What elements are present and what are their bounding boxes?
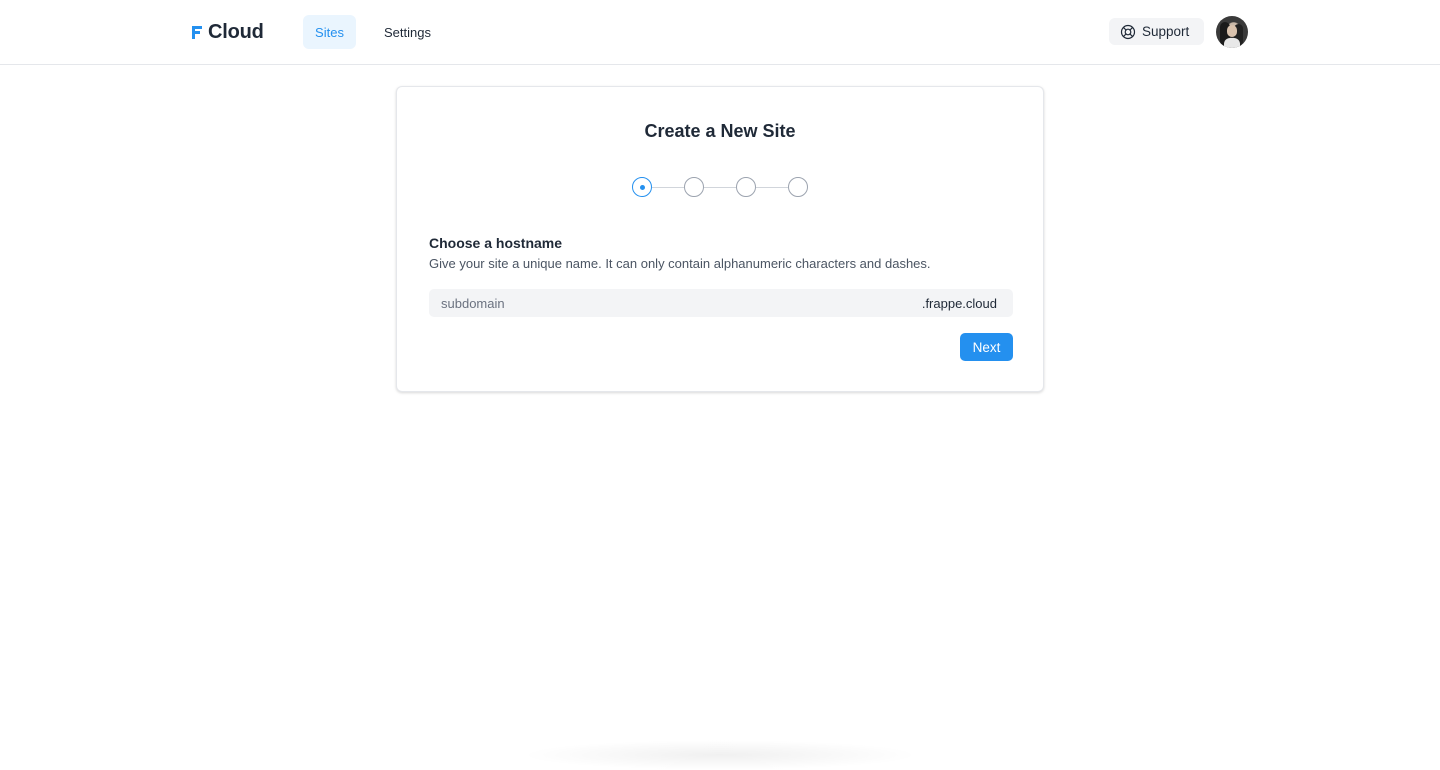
lifebuoy-icon (1120, 24, 1136, 39)
frappe-cloud-logo[interactable]: Cloud (192, 20, 264, 44)
hostname-description: Give your site a unique name. It can onl… (429, 256, 931, 271)
step-connector (652, 187, 684, 188)
step-connector (704, 187, 736, 188)
user-avatar[interactable] (1216, 16, 1248, 48)
domain-suffix: .frappe.cloud (921, 295, 997, 311)
frappe-logo-icon (192, 24, 202, 40)
support-button[interactable]: Support (1109, 18, 1204, 45)
subdomain-input[interactable] (429, 289, 922, 317)
top-navbar: Cloud Sites Settings Support (0, 0, 1440, 65)
next-button[interactable]: Next (960, 333, 1013, 361)
logo-text: Cloud (208, 20, 264, 43)
step-connector (756, 187, 788, 188)
step-4-dot (788, 177, 808, 197)
bottom-shadow (520, 740, 920, 770)
hostname-heading: Choose a hostname (429, 235, 563, 251)
page-title: Create a New Site (644, 121, 796, 141)
tab-sites[interactable]: Sites (303, 15, 356, 49)
step-1-dot (632, 177, 652, 197)
new-site-card: Create a New Site Choose a hostname Give… (396, 86, 1044, 392)
hostname-field: .frappe.cloud (429, 289, 1013, 317)
step-2-dot (684, 177, 704, 197)
support-label: Support (1142, 24, 1190, 39)
step-3-dot (736, 177, 756, 197)
tab-settings[interactable]: Settings (372, 15, 443, 49)
